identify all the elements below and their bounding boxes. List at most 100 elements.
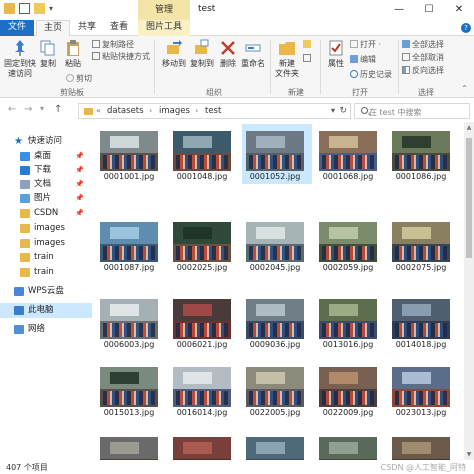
close-button[interactable]: ✕ [444,0,474,20]
file-item[interactable]: 0009036.jpg [242,292,312,352]
forward-arrow-icon[interactable]: → [24,104,32,115]
file-item[interactable]: 0002025.jpg [169,215,239,275]
properties-button[interactable]: 属性 [324,39,348,69]
file-item[interactable]: 0002075.jpg [388,215,458,275]
edit-button[interactable]: 编辑 [350,55,376,65]
sidebar-item[interactable]: 图片 📌 [0,191,92,206]
invert-selection-button[interactable]: 反向选择 [402,66,444,76]
properties-icon[interactable] [19,3,30,14]
sidebar-item[interactable]: train [0,265,92,280]
copy-to-button[interactable]: 复制到 [188,39,216,69]
paste-button[interactable]: 粘贴 [62,39,84,69]
tab-file[interactable]: 文件 [0,20,34,36]
thumbnail-image [100,131,158,171]
file-item[interactable]: 0013016.jpg [315,292,385,352]
address-bar[interactable]: « datasets › images › test ▾ ↻ [78,103,351,119]
sidebar-item[interactable]: images [0,221,92,236]
open-button[interactable]: 打开 · [350,40,381,50]
new-folder-button[interactable]: 新建 文件夹 [274,39,300,79]
recent-locations-icon[interactable]: ▾ [40,104,44,113]
scroll-up-icon[interactable]: ▲ [464,124,474,131]
sidebar-item[interactable]: 此电脑 [0,303,92,318]
sidebar-item[interactable]: 下载 📌 [0,163,92,178]
file-item[interactable] [388,430,458,460]
file-item[interactable]: 0001052.jpg [242,124,312,184]
file-item[interactable]: 0016014.jpg [169,360,239,420]
tab-view[interactable]: 查看 [104,20,134,36]
file-item[interactable]: 0001001.jpg [96,124,166,184]
minimize-button[interactable]: — [384,0,414,20]
sidebar-item[interactable]: ★ 快速访问 [0,134,92,149]
rename-button[interactable]: 重命名 [240,39,266,69]
file-item[interactable] [315,430,385,460]
new-folder-icon[interactable] [34,3,45,14]
thumbnail-board [329,371,359,384]
chevron-down-icon[interactable]: ▾ [331,106,335,115]
refresh-icon[interactable]: ↻ [339,106,347,116]
select-all-button[interactable]: 全部选择 [402,40,444,50]
thumbnail-board [110,371,140,384]
vertical-scrollbar[interactable]: ▲ ▼ [464,122,474,460]
scrollbar-thumb[interactable] [466,138,472,258]
thumbnail-board [110,135,140,148]
tab-home[interactable]: 主页 [36,20,70,37]
paste-shortcut-button[interactable]: 粘贴快捷方式 [92,52,150,62]
collapse-ribbon-icon[interactable]: ⌃ [461,84,468,93]
search-input[interactable]: 在 test 中搜索 [369,107,421,118]
chevron-down-icon[interactable]: ▾ [49,3,56,14]
easy-access-icon[interactable] [303,54,313,64]
history-button[interactable]: 历史记录 [350,70,392,80]
copy-button[interactable]: 复制 [38,39,58,69]
folder-icon[interactable] [4,3,15,14]
up-arrow-icon[interactable]: ↑ [54,104,62,115]
file-item[interactable]: 0002059.jpg [315,215,385,275]
file-name: 0009036.jpg [249,340,301,349]
file-item[interactable]: 0001068.jpg [315,124,385,184]
move-to-button[interactable]: 移动到 [160,39,188,69]
scroll-down-icon[interactable]: ▼ [464,451,474,458]
new-item-icon[interactable] [303,40,313,50]
search-box[interactable]: 在 test 中搜索 [354,103,470,119]
file-item[interactable]: 0022009.jpg [315,360,385,420]
paste-shortcut-icon [92,52,100,60]
file-item[interactable]: 0006021.jpg [169,292,239,352]
help-icon[interactable]: ? [461,23,471,33]
sidebar-item[interactable]: CSDN 📌 [0,206,92,221]
manage-context-tab[interactable]: 管理 [138,0,190,20]
back-arrow-icon[interactable]: ← [8,104,16,115]
file-item[interactable]: 0001048.jpg [169,124,239,184]
file-item[interactable]: 0014018.jpg [388,292,458,352]
file-item[interactable]: 0022005.jpg [242,360,312,420]
ribbon: 固定到快速访问 复制 粘贴 复制路径 粘贴快捷方式 剪切 剪贴板 移动到 复制到… [0,36,474,98]
breadcrumb-test[interactable]: test [205,106,221,116]
sidebar-item[interactable]: images [0,236,92,251]
file-item[interactable]: 0015013.jpg [96,360,166,420]
sidebar-item[interactable]: 网络 [0,322,92,337]
cut-button[interactable]: 剪切 [66,74,92,84]
file-item[interactable]: 0023013.jpg [388,360,458,420]
select-none-button[interactable]: 全部取消 [402,53,444,63]
tab-share[interactable]: 共享 [70,20,104,36]
sidebar-item[interactable]: 文档 📌 [0,177,92,192]
sidebar-item[interactable]: WPS云盘 [0,284,92,299]
file-item[interactable] [242,430,312,460]
pin-quick-access-button[interactable]: 固定到快速访问 [3,39,37,79]
thumbnail-board [256,226,286,239]
breadcrumb-images[interactable]: images [159,106,190,116]
file-item[interactable]: 0006003.jpg [96,292,166,352]
file-item[interactable]: 0001086.jpg [388,124,458,184]
tab-picture-tools[interactable]: 图片工具 [138,20,190,36]
sidebar-item-label: 网络 [28,324,46,334]
breadcrumb-datasets[interactable]: datasets [107,106,144,116]
sidebar-item[interactable]: train [0,250,92,265]
maximize-button[interactable]: ☐ [414,0,444,20]
file-item[interactable]: 0002045.jpg [242,215,312,275]
file-item[interactable] [96,430,166,460]
sidebar-item[interactable]: 桌面 📌 [0,149,92,164]
file-item[interactable]: 0001087.jpg [96,215,166,275]
copy-path-button[interactable]: 复制路径 [92,40,134,50]
delete-button[interactable]: 删除 [218,39,238,69]
sidebar-item-label: images [34,223,65,233]
thumbnail-board [256,441,286,454]
file-item[interactable] [169,430,239,460]
